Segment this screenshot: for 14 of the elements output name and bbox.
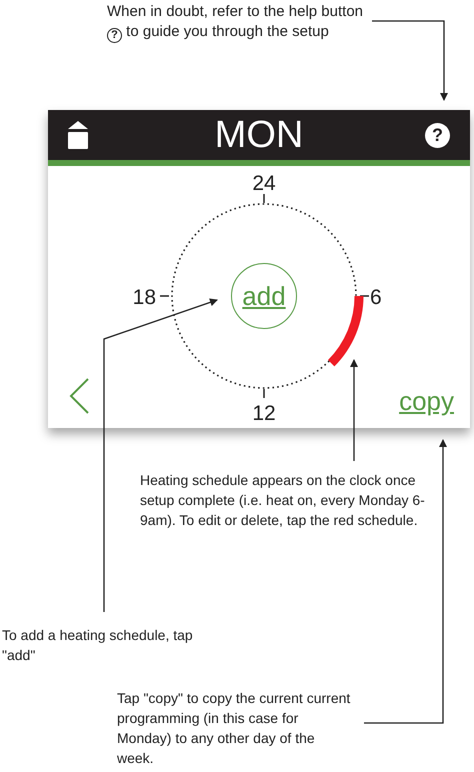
annotation-text: Tap "copy" to copy the current current programming (in this case for Monday) to any other day of the week. (117, 689, 352, 768)
help-note-text: When in doubt, refer to the help button (107, 3, 364, 20)
annotation-text: To add a heating schedule, tap "add" (2, 626, 194, 665)
hour-label: 24 (252, 172, 276, 195)
copy-link[interactable]: copy (399, 388, 454, 414)
help-button[interactable]: ? (425, 122, 450, 148)
annotation-text: Heating schedule appears on the clock once setup complete (i.e. heat on, every Monday 6-9am). To edit or delete, tap the red schedule. (140, 471, 426, 530)
help-symbol: ? (107, 28, 122, 43)
hour-label: 6 (370, 286, 382, 309)
help-note-text: to guide you through the setup (126, 23, 329, 40)
hour-label: 18 (132, 286, 156, 309)
add-button[interactable]: add (231, 263, 297, 329)
hour-label: 12 (252, 402, 276, 425)
day-title: MON (214, 116, 304, 154)
